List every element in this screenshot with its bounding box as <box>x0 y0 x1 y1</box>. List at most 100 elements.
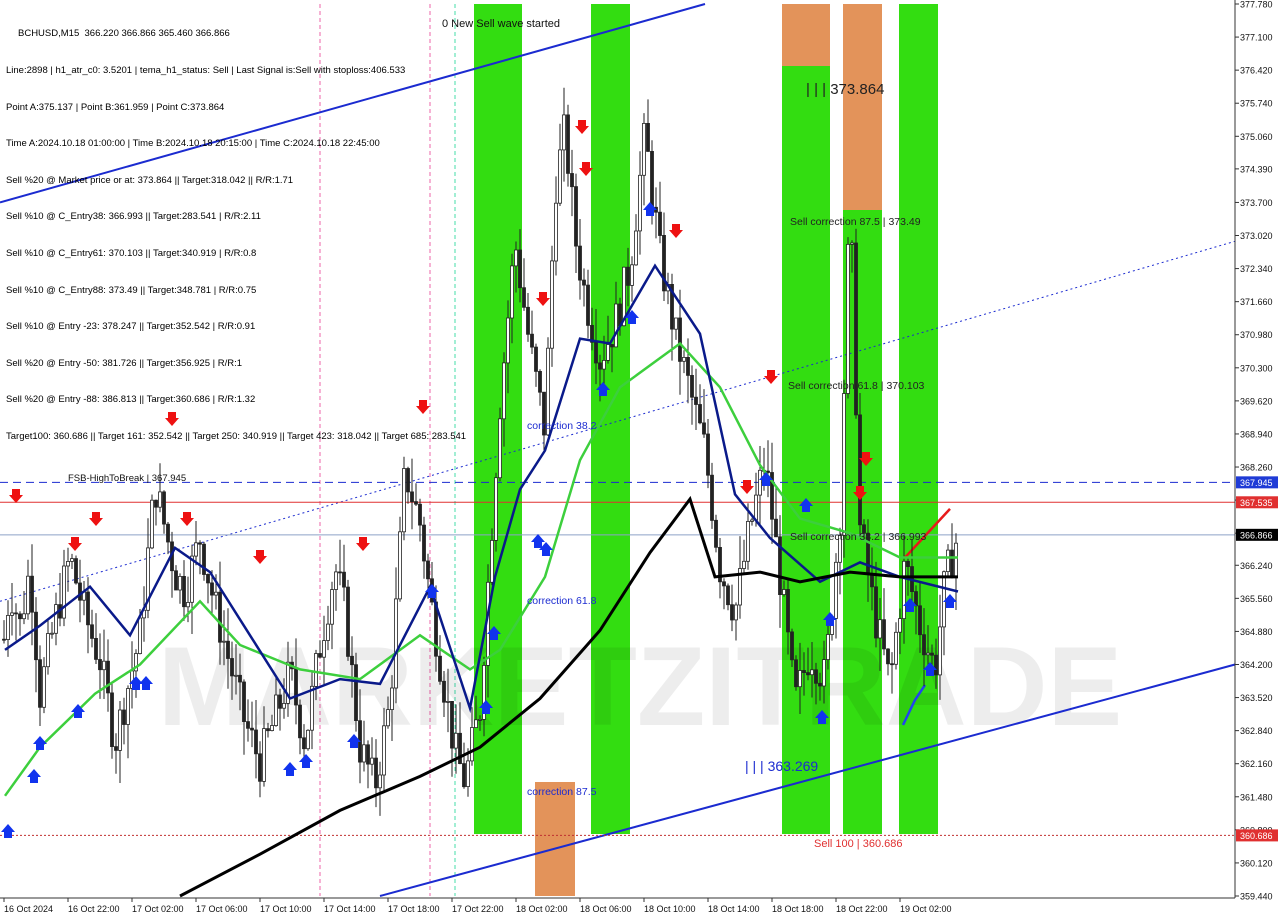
candle-body <box>474 719 478 728</box>
info-line: Sell %10 @ C_Entry61: 370.103 || Target:… <box>6 247 257 259</box>
info-line: Sell %10 @ C_Entry88: 373.49 || Target:3… <box>6 284 257 296</box>
point-b-label: | | | 363.269 <box>745 758 818 774</box>
candle-body <box>42 666 46 708</box>
candle-body <box>138 617 142 654</box>
candle-body <box>86 591 90 626</box>
candle-body <box>554 202 558 262</box>
candle-body <box>114 746 118 751</box>
candle-body <box>466 760 470 788</box>
candle-body <box>846 243 850 394</box>
candle-body <box>354 664 358 722</box>
candle-body <box>274 694 278 727</box>
candle-body <box>210 582 214 596</box>
candle-body <box>190 555 194 603</box>
price-tick-label: 376.420 <box>1240 66 1273 76</box>
candle-body <box>386 709 390 727</box>
candle-body <box>34 611 38 661</box>
candle-body <box>530 333 534 348</box>
info-line: Target100: 360.686 || Target 161: 352.54… <box>6 430 467 442</box>
candle-body <box>66 561 70 567</box>
price-tick-label: 370.980 <box>1240 330 1273 340</box>
candle-body <box>30 575 34 613</box>
candle-body <box>126 688 130 725</box>
candle-body <box>426 560 430 580</box>
candle-body <box>698 404 702 424</box>
candle-body <box>26 575 30 615</box>
price-tick-label: 377.100 <box>1240 33 1273 43</box>
candle-body <box>342 571 346 588</box>
candle-body <box>582 279 586 286</box>
sell-correction-618-label: Sell correction 61.8 | 370.103 <box>788 380 925 392</box>
price-tick-label: 368.260 <box>1240 463 1273 473</box>
candle-body <box>514 249 518 267</box>
candle-body <box>510 265 514 319</box>
candle-body <box>246 721 250 729</box>
price-tag-label: 367.945 <box>1240 478 1273 488</box>
candle-body <box>766 470 770 473</box>
orange-zone <box>843 4 882 210</box>
candle-body <box>602 359 606 370</box>
candle-body <box>270 725 274 731</box>
candle-body <box>754 494 758 521</box>
candle-body <box>926 652 930 656</box>
candle-body <box>394 598 398 689</box>
price-tag-label: 366.866 <box>1240 530 1273 540</box>
candle-body <box>182 576 186 608</box>
candle-body <box>310 685 314 731</box>
candle-body <box>10 612 14 616</box>
candle-body <box>402 468 406 533</box>
candle-body <box>690 374 694 398</box>
price-tick-label: 365.560 <box>1240 594 1273 604</box>
candle-body <box>218 591 222 643</box>
candle-body <box>2 638 6 641</box>
candle-body <box>818 682 822 687</box>
time-tick-label: 18 Oct 22:00 <box>836 904 888 914</box>
candle-body <box>198 542 202 545</box>
candle-body <box>366 744 370 765</box>
candle-body <box>678 317 682 362</box>
candle-body <box>594 341 598 364</box>
candle-body <box>814 669 818 684</box>
candle-body <box>886 648 890 665</box>
candle-body <box>870 574 874 588</box>
symbol-line: BCHUSD,M15 366.220 366.866 365.460 366.8… <box>18 28 230 40</box>
candle-body <box>206 574 210 584</box>
candle-body <box>110 692 114 748</box>
candle-body <box>294 668 298 706</box>
orange-zone <box>535 782 575 896</box>
candle-body <box>742 560 746 569</box>
candle-body <box>38 659 42 708</box>
candle-body <box>418 503 422 526</box>
candle-body <box>238 674 242 683</box>
candle-body <box>330 589 334 625</box>
info-line: Sell %10 @ C_Entry38: 366.993 || Target:… <box>6 211 261 223</box>
info-line: Line:2898 | h1_atr_c0: 3.5201 | tema_h1_… <box>6 65 406 76</box>
candle-body <box>326 623 330 641</box>
price-tick-label: 362.160 <box>1240 759 1273 769</box>
candle-body <box>842 393 846 536</box>
price-tick-label: 361.480 <box>1240 792 1273 802</box>
candle-body <box>450 701 454 749</box>
candle-body <box>586 284 590 326</box>
candle-body <box>634 230 638 266</box>
info-line: Sell %10 @ Entry -23: 378.247 || Target:… <box>6 321 256 333</box>
candle-body <box>266 728 270 732</box>
candle-body <box>122 709 126 725</box>
candle-body <box>826 634 830 661</box>
candle-body <box>874 586 878 639</box>
candle-body <box>254 729 258 755</box>
candle-body <box>158 491 162 508</box>
price-tick-label: 366.240 <box>1240 561 1273 571</box>
candle-body <box>62 565 66 619</box>
candle-body <box>14 612 18 615</box>
candle-body <box>222 640 226 643</box>
candle-body <box>282 703 286 709</box>
candle-body <box>370 757 374 765</box>
candle-body <box>518 249 522 289</box>
candle-body <box>194 542 198 557</box>
info-line: Sell %20 @ Entry -50: 381.726 || Target:… <box>6 357 243 369</box>
candle-body <box>922 634 926 656</box>
candle-body <box>478 719 482 721</box>
candle-body <box>750 519 754 522</box>
price-tick-label: 375.740 <box>1240 99 1273 109</box>
